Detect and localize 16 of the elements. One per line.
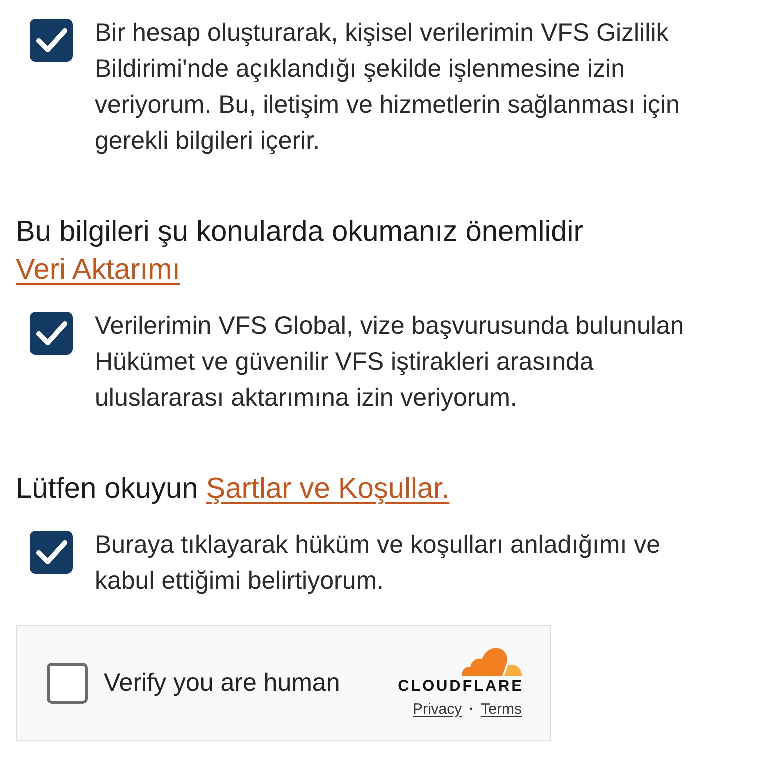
separator-dot: · — [469, 700, 474, 718]
notice-text: Lütfen okuyun Şartlar ve Koşullar. — [16, 472, 451, 507]
consent-text: Bir hesap oluşturarak, kişisel verilerimin VFS Gizlilik Bildirimi'nde açıklandığı şekilde işlenmesine izin veriyorum. Bu, iletişim ve hizmetlerin sağlanması için gerekli bilgileri içerir. — [95, 18, 681, 157]
checkbox[interactable] — [30, 531, 73, 574]
checkbox[interactable] — [30, 312, 73, 355]
verify-checkbox[interactable] — [47, 662, 88, 704]
verify-label: Verify you are human — [104, 668, 340, 698]
consent-text: Buraya tıklayarak hüküm ve koşulları anladığımı ve kabul ettiğimi belirtiyorum. — [95, 530, 662, 597]
consent-text: Verilerimin VFS Global, vize başvurusunda bulunulan Hükümet ve güvenilir VFS iştirakleri arasında uluslararası aktarımına izin veriyorum. — [95, 311, 686, 414]
footer-link[interactable]: Terms — [481, 700, 522, 718]
brand-wordmark: CLOUDFLARE — [398, 678, 524, 694]
footer-link[interactable]: Privacy — [412, 700, 462, 718]
notice-text: Bu bilgileri şu konularda okumanız önemlidir Veri Aktarımı — [16, 215, 584, 288]
checkbox[interactable] — [30, 19, 73, 62]
document-link[interactable]: Şartlar ve Koşullar. — [206, 473, 450, 505]
document-link[interactable]: Veri Aktarımı — [16, 254, 180, 286]
